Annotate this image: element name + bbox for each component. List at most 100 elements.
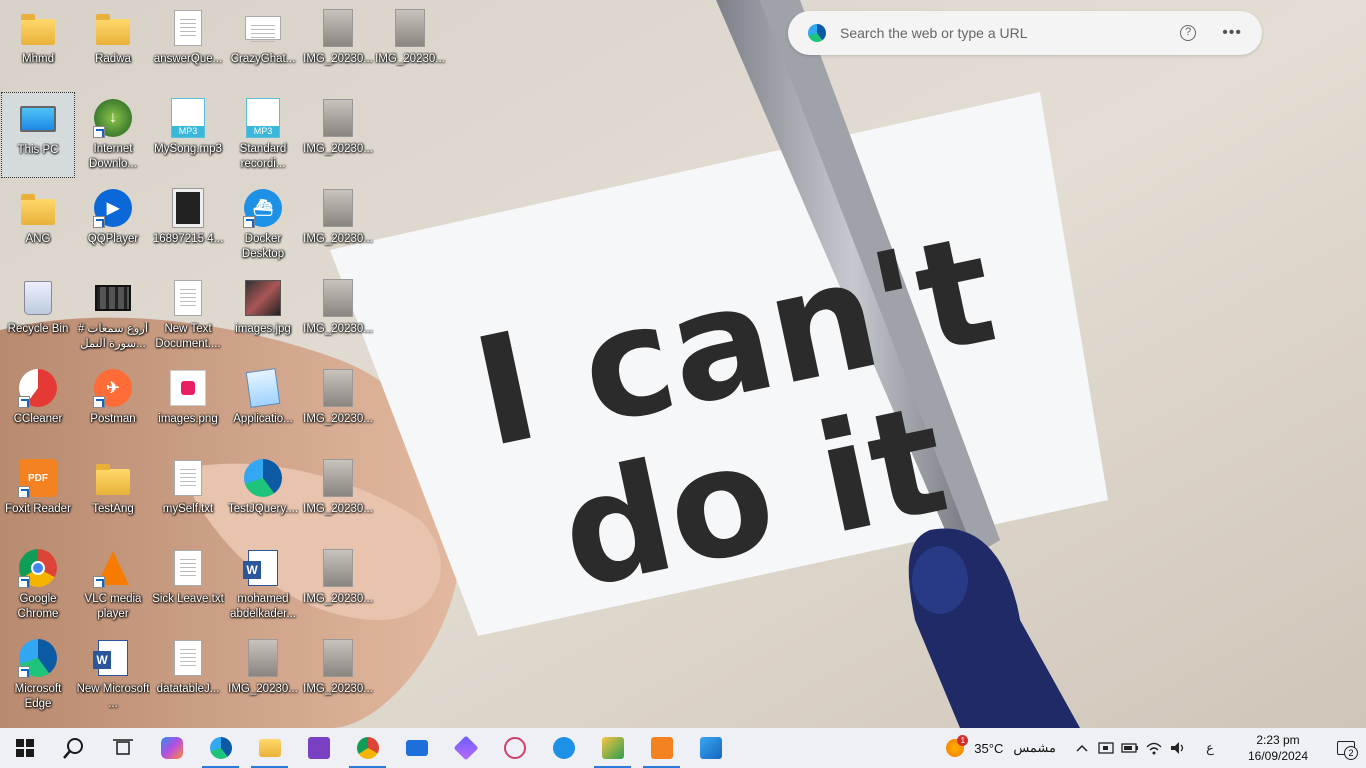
visual-studio-taskbar[interactable]	[294, 728, 343, 768]
desktop-icon[interactable]: ⛴ Docker Desktop	[226, 182, 300, 268]
docker-taskbar[interactable]	[539, 728, 588, 768]
edge-taskbar[interactable]	[196, 728, 245, 768]
desktop-icon-label: IMG_20230...	[303, 593, 373, 605]
desktop-icon[interactable]: mySelf.txt	[151, 452, 225, 538]
photos-taskbar[interactable]	[686, 728, 735, 768]
app-taskbar[interactable]	[441, 728, 490, 768]
chrome-taskbar[interactable]	[343, 728, 392, 768]
desktop-icon-label: CCleaner	[13, 413, 63, 425]
desktop-icon-label: Docker Desktop	[241, 233, 285, 260]
desktop-icon[interactable]: Sick Leave.txt	[151, 542, 225, 628]
desktop-icon[interactable]: IMG_20230...	[226, 632, 300, 718]
desktop-icon[interactable]: New Microsoft ...	[76, 632, 150, 718]
desktop-icon[interactable]: ↓ Internet Downlo...	[76, 92, 150, 178]
desktop-icon-label: This PC	[17, 144, 59, 156]
copilot-button[interactable]	[147, 728, 196, 768]
desktop-icon-label: IMG_20230...	[303, 503, 373, 515]
snipping-taskbar[interactable]	[490, 728, 539, 768]
more-icon[interactable]: •••	[1222, 24, 1242, 42]
language-indicator[interactable]: ع	[1190, 728, 1230, 768]
desktop-icon[interactable]: Recycle Bin	[1, 272, 75, 358]
desktop-icon[interactable]: Mhmd	[1, 2, 75, 88]
desktop-icon[interactable]: Radwa	[76, 2, 150, 88]
chevron-up-icon[interactable]	[1070, 728, 1094, 768]
weather-widget[interactable]: 1 35°C مشمس	[946, 735, 1056, 757]
desktop-icon[interactable]: images.png	[151, 362, 225, 448]
user-folder-icon	[18, 8, 58, 48]
desktop-icon-label: IMG_20230...	[228, 683, 298, 695]
windows-logo-icon	[15, 739, 34, 757]
desktop-icon[interactable]: images.jpg	[226, 272, 300, 358]
photo-thumbnail-icon	[318, 98, 358, 138]
desktop-icon-label: images.jpg	[235, 323, 291, 335]
search-input[interactable]	[840, 25, 1181, 41]
desktop-icon[interactable]: CrazyGhat...	[226, 2, 300, 88]
photos-icon	[699, 737, 722, 759]
notification-count: 2	[1344, 746, 1358, 760]
search-button[interactable]	[49, 728, 98, 768]
edge-search-widget[interactable]: ? •••	[788, 11, 1262, 55]
notification-center-button[interactable]: 2	[1326, 728, 1366, 768]
desktop-icon[interactable]: IMG_20230...	[301, 362, 375, 448]
desktop-icon[interactable]: Google Chrome	[1, 542, 75, 628]
desktop-icon[interactable]: IMG_20230...	[301, 632, 375, 718]
desktop-icon[interactable]: New Text Document....	[151, 272, 225, 358]
desktop-icon[interactable]: This PC	[1, 92, 75, 178]
desktop-icon[interactable]: ✈ Postman	[76, 362, 150, 448]
desktop-icon[interactable]: # أروع سمعات سورة النمل...	[76, 272, 150, 358]
desktop-icon-label: IMG_20230...	[303, 683, 373, 695]
photo-thumbnail-icon	[318, 278, 358, 318]
desktop-icon[interactable]: IMG_20230...	[301, 272, 375, 358]
start-button[interactable]	[0, 728, 49, 768]
tool-icon	[601, 737, 624, 759]
task-view-button[interactable]	[98, 728, 147, 768]
desktop-icon[interactable]: IMG_20230...	[301, 182, 375, 268]
clock-time: 2:23 pm	[1256, 733, 1300, 747]
desktop-icon[interactable]: MP3 Standard recordi...	[226, 92, 300, 178]
help-icon[interactable]: ?	[1180, 25, 1197, 41]
desktop-icon-label: mohamed abdelkader...	[230, 593, 296, 620]
text-file-icon	[168, 548, 208, 588]
desktop-icon-label: QQPlayer	[87, 233, 139, 245]
desktop-icon[interactable]: ▶ QQPlayer	[76, 182, 150, 268]
desktop-icon-label: Postman	[90, 413, 136, 425]
desktop-icon[interactable]: answerQue...	[151, 2, 225, 88]
desktop-icon[interactable]: VLC media player	[76, 542, 150, 628]
desktop-icon[interactable]: IMG_20230...	[301, 542, 375, 628]
mp3-file-icon: MP3	[243, 98, 283, 138]
foxit-taskbar[interactable]	[637, 728, 686, 768]
tool-taskbar[interactable]	[588, 728, 637, 768]
mail-taskbar[interactable]	[392, 728, 441, 768]
file-explorer-taskbar[interactable]	[245, 728, 294, 768]
desktop-icon[interactable]: IMG_20230...	[373, 2, 447, 88]
desktop-icon[interactable]: PDF Foxit Reader	[1, 452, 75, 538]
visual-studio-icon	[307, 737, 330, 759]
desktop-icon[interactable]: CCleaner	[1, 362, 75, 448]
desktop-icon[interactable]: Microsoft Edge	[1, 632, 75, 718]
desktop-icon[interactable]: datatableJ...	[151, 632, 225, 718]
desktop-icon-label: Internet Downlo...	[89, 143, 137, 170]
desktop-icon[interactable]: mohamed abdelkader...	[226, 542, 300, 628]
desktop-icon[interactable]: TestJQuery....	[226, 452, 300, 538]
desktop-icon[interactable]: 16897215 4...	[151, 182, 225, 268]
photo-thumbnail-icon	[318, 458, 358, 498]
video-file-icon	[93, 278, 133, 318]
desktop-icon[interactable]: IMG_20230...	[301, 92, 375, 178]
edge-icon	[18, 638, 58, 678]
wifi-icon[interactable]	[1142, 728, 1166, 768]
desktop-icon-label: IMG_20230...	[303, 233, 373, 245]
desktop-icon[interactable]: MP3 MySong.mp3	[151, 92, 225, 178]
postman-icon: ✈	[93, 368, 133, 408]
desktop-icon[interactable]: Applicatio...	[226, 362, 300, 448]
desktop-icon[interactable]: IMG_20230...	[301, 2, 375, 88]
desktop-icon[interactable]: TestAng	[76, 452, 150, 538]
battery-icon[interactable]	[1118, 728, 1142, 768]
meet-now-icon[interactable]	[1094, 728, 1118, 768]
vlc-icon	[93, 548, 133, 588]
photo-thumbnail-icon	[390, 8, 430, 48]
volume-icon[interactable]	[1166, 728, 1190, 768]
desktop-icon[interactable]: ANG	[1, 182, 75, 268]
clock[interactable]: 2:23 pm 16/09/2024	[1230, 732, 1326, 764]
desktop-icon-label: IMG_20230...	[303, 143, 373, 155]
desktop-icon[interactable]: IMG_20230...	[301, 452, 375, 538]
